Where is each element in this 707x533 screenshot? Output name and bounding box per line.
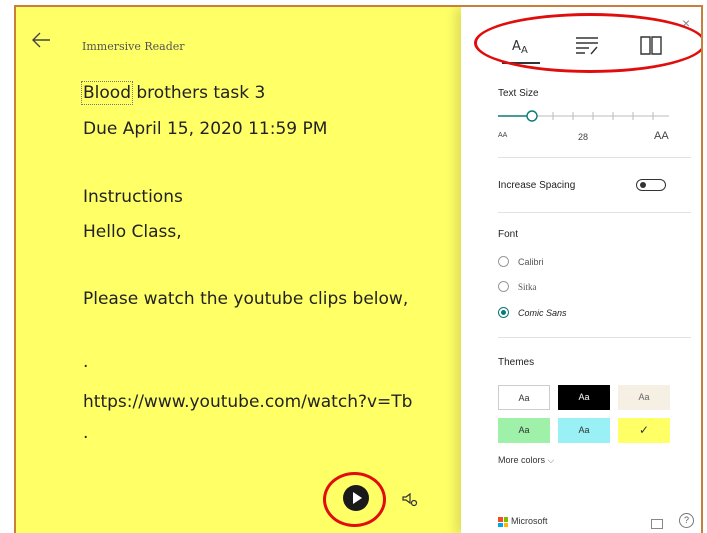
- app-frame: Immersive Reader Blood brothers task 3 D…: [14, 5, 703, 533]
- reader-pane: Immersive Reader Blood brothers task 3 D…: [16, 7, 461, 533]
- microsoft-logo-icon: [498, 517, 508, 527]
- app-title: Immersive Reader: [82, 40, 185, 53]
- annotation-circle-play: [323, 472, 386, 527]
- brand-label: Microsoft: [511, 516, 548, 526]
- theme-swatch[interactable]: Aa: [618, 385, 670, 410]
- document-title-line: Blood brothers task 3: [81, 81, 266, 105]
- text-size-label: Text Size: [498, 88, 539, 99]
- title-rest: brothers task 3: [130, 83, 266, 103]
- increase-spacing-toggle[interactable]: [636, 179, 666, 191]
- help-icon[interactable]: ?: [679, 513, 694, 528]
- instructions-heading: Instructions: [83, 187, 183, 207]
- themes-label: Themes: [498, 357, 535, 368]
- font-option-sitka[interactable]: Sitka: [518, 282, 537, 292]
- theme-label: Aa: [578, 392, 590, 402]
- voice-settings-icon[interactable]: [401, 491, 419, 514]
- divider: [498, 212, 691, 213]
- annotation-circle-tabs: [474, 13, 701, 73]
- settings-panel: × AA Text Size AA 28 AA Increase Spacing…: [461, 7, 701, 533]
- increase-spacing-label: Increase Spacing: [498, 180, 576, 191]
- font-option-calibri[interactable]: Calibri: [518, 257, 544, 267]
- theme-swatch[interactable]: Aa: [558, 385, 610, 410]
- more-colors-label: More colors: [498, 455, 546, 465]
- theme-swatch[interactable]: Aa: [558, 418, 610, 443]
- font-radio-sitka[interactable]: [498, 281, 509, 292]
- font-label: Font: [498, 229, 519, 240]
- theme-label: Aa: [578, 425, 590, 435]
- dot-line-2: .: [83, 423, 89, 443]
- chevron-down-icon: ⌵: [547, 455, 555, 465]
- highlighted-word[interactable]: Blood: [81, 81, 133, 105]
- body-line: Please watch the youtube clips below,: [83, 289, 409, 309]
- due-date-line: Due April 15, 2020 11:59 PM: [83, 119, 328, 139]
- theme-swatch-selected[interactable]: ✓: [618, 418, 670, 443]
- divider: [498, 337, 691, 338]
- checkmark-icon: ✓: [638, 423, 650, 437]
- text-size-value: 28: [578, 132, 589, 142]
- text-size-slider[interactable]: [498, 109, 669, 123]
- dot-line: .: [83, 352, 89, 372]
- divider: [498, 157, 691, 158]
- text-size-max: AA: [654, 130, 669, 142]
- more-colors-link[interactable]: More colors ⌵: [498, 455, 554, 466]
- url-line: https://www.youtube.com/watch?v=Tb: [83, 392, 413, 412]
- text-size-min: AA: [498, 132, 508, 139]
- theme-label: Aa: [518, 425, 530, 435]
- back-arrow-icon[interactable]: [30, 29, 52, 51]
- picture-dictionary-icon[interactable]: [651, 516, 663, 533]
- theme-label: Aa: [518, 393, 530, 403]
- greeting-line: Hello Class,: [83, 222, 182, 242]
- theme-swatch[interactable]: Aa: [498, 418, 550, 443]
- theme-label: Aa: [638, 392, 650, 402]
- theme-swatch[interactable]: Aa: [498, 385, 550, 410]
- font-radio-comic-sans[interactable]: [498, 307, 509, 318]
- font-option-comic-sans[interactable]: Comic Sans: [518, 308, 567, 318]
- font-radio-calibri[interactable]: [498, 256, 509, 267]
